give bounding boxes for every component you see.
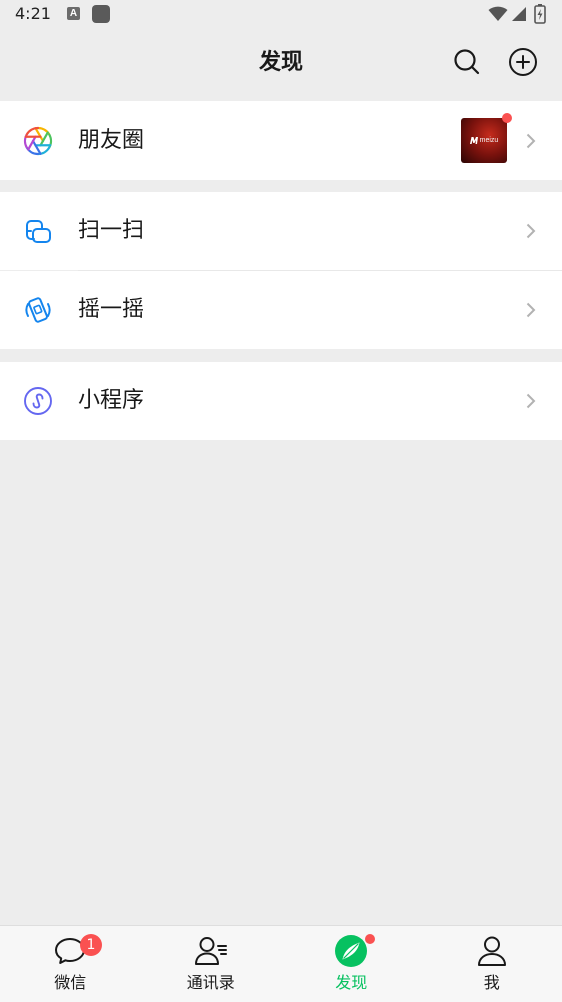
bottom-tab-bar: 1 微信 通讯录 发现 我 [0, 925, 562, 1002]
unread-badge: 1 [80, 934, 102, 956]
moments-label: 朋友圈 [78, 127, 145, 153]
moments-aperture-icon [23, 126, 53, 155]
contacts-icon [194, 937, 227, 965]
discover-new-dot [365, 934, 375, 944]
moments-row[interactable]: 朋友圈 meizu [0, 101, 562, 180]
tab-label-chats: 微信 [54, 973, 87, 992]
plus-circle-icon[interactable] [508, 47, 538, 77]
search-icon[interactable] [453, 48, 481, 76]
status-time: 4:21 [15, 4, 51, 23]
meizu-logo: meizu [469, 136, 499, 145]
thumbnail-logo-text: meizu [479, 136, 499, 144]
chevron-right-icon [526, 223, 536, 239]
meizu-m-mark-icon [469, 137, 478, 144]
tab-chats[interactable]: 1 微信 [0, 926, 141, 1002]
tab-me[interactable]: 我 [422, 926, 562, 1002]
chevron-right-icon [526, 133, 536, 148]
shake-icon [25, 297, 51, 323]
status-bar: 4:21 A [0, 0, 562, 28]
mini-program-label: 小程序 [78, 388, 145, 413]
scan-row[interactable]: 扫一扫 [0, 192, 562, 270]
tab-label-discover: 发现 [335, 973, 368, 992]
chevron-right-icon [526, 302, 536, 318]
shake-row[interactable]: 摇一摇 [0, 271, 562, 349]
chevron-right-icon [526, 393, 536, 409]
mini-program-row[interactable]: 小程序 [0, 362, 562, 440]
discover-compass-icon [335, 935, 368, 967]
shake-label: 摇一摇 [78, 297, 145, 322]
tab-discover[interactable]: 发现 [281, 926, 422, 1002]
tab-label-contacts: 通讯录 [186, 973, 235, 992]
app-notification-icon [92, 5, 110, 23]
tab-label-me: 我 [483, 973, 500, 992]
font-notification-icon: A [67, 7, 80, 20]
scan-icon [26, 220, 51, 243]
signal-icon [512, 7, 526, 21]
me-person-icon [477, 936, 506, 966]
moments-latest-thumbnail: meizu [461, 118, 507, 163]
battery-charging-icon [534, 4, 546, 24]
scan-label: 扫一扫 [78, 218, 145, 243]
header: 发现 [0, 28, 562, 100]
wifi-icon [488, 6, 508, 21]
moments-new-dot [502, 113, 512, 123]
tab-contacts[interactable]: 通讯录 [141, 926, 282, 1002]
mini-program-icon [24, 387, 52, 415]
